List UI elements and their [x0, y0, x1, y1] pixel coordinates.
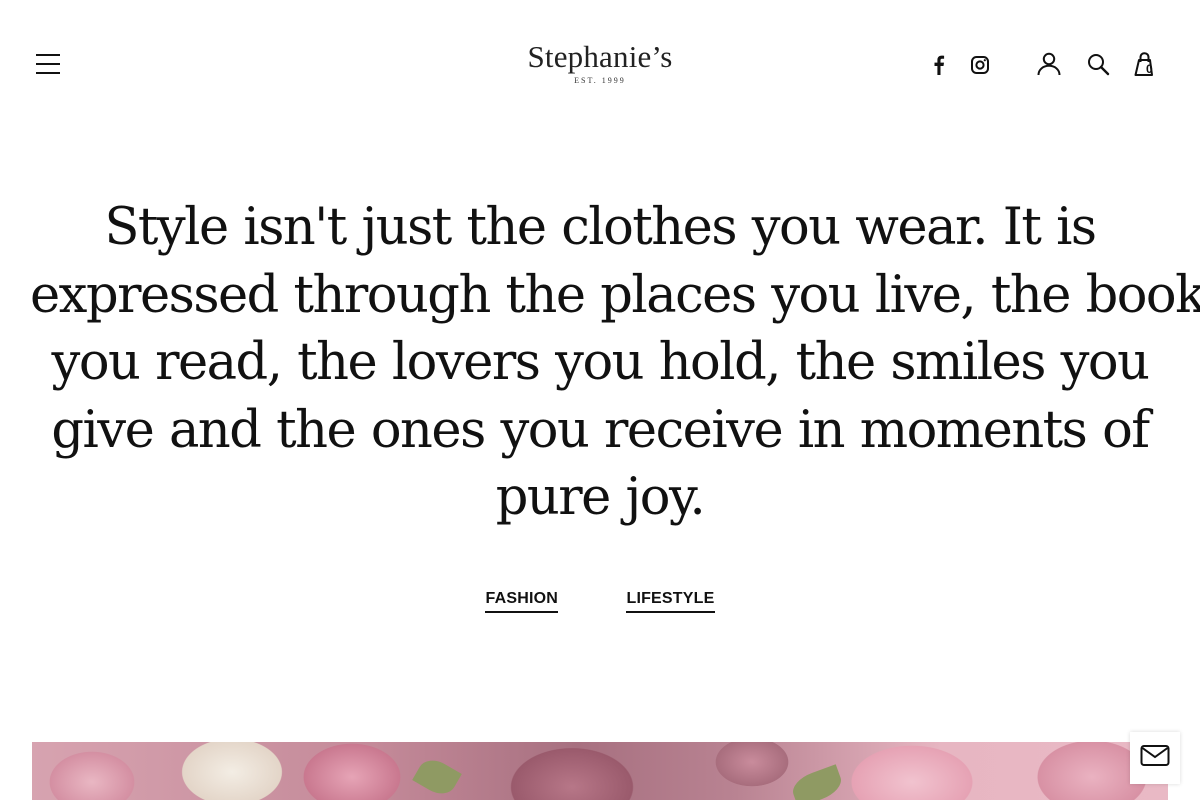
quote-line: expressed through the places you live, t… — [30, 265, 1200, 325]
site-logo[interactable]: Stephanie’s EST. 1999 — [500, 39, 700, 86]
quote-line: Style isn't just the clothes you wear. I… — [104, 198, 1097, 257]
logo-name: Stephanie’s — [527, 39, 673, 74]
cart-count: 0 — [1146, 62, 1153, 76]
newsletter-button[interactable] — [1130, 732, 1180, 784]
search-icon[interactable] — [1086, 52, 1110, 76]
category-links: FASHION LIFESTYLE — [0, 590, 1200, 613]
quote-line: pure joy. — [495, 468, 706, 527]
site-header: Stephanie’s EST. 1999 0 — [0, 0, 1200, 130]
facebook-icon[interactable] — [930, 55, 948, 75]
quote-line: give and the ones you receive in moments… — [51, 400, 1150, 460]
shopping-bag-icon[interactable]: 0 — [1132, 51, 1160, 77]
menu-icon[interactable] — [36, 54, 61, 74]
tag-fashion[interactable]: FASHION — [485, 590, 559, 613]
quote-line: you read, the lovers you hold, the smile… — [51, 333, 1150, 392]
instagram-icon[interactable] — [970, 55, 990, 75]
hero-quote: Style isn't just the clothes you wear. I… — [30, 194, 1200, 532]
logo-established: EST. 1999 — [574, 76, 626, 85]
mail-icon — [1140, 745, 1170, 766]
leaf-shape — [412, 754, 462, 800]
account-icon[interactable] — [1036, 51, 1062, 77]
hero-image-roses — [32, 742, 1168, 800]
leaf-shape — [788, 764, 846, 800]
tag-lifestyle[interactable]: LIFESTYLE — [626, 590, 715, 613]
